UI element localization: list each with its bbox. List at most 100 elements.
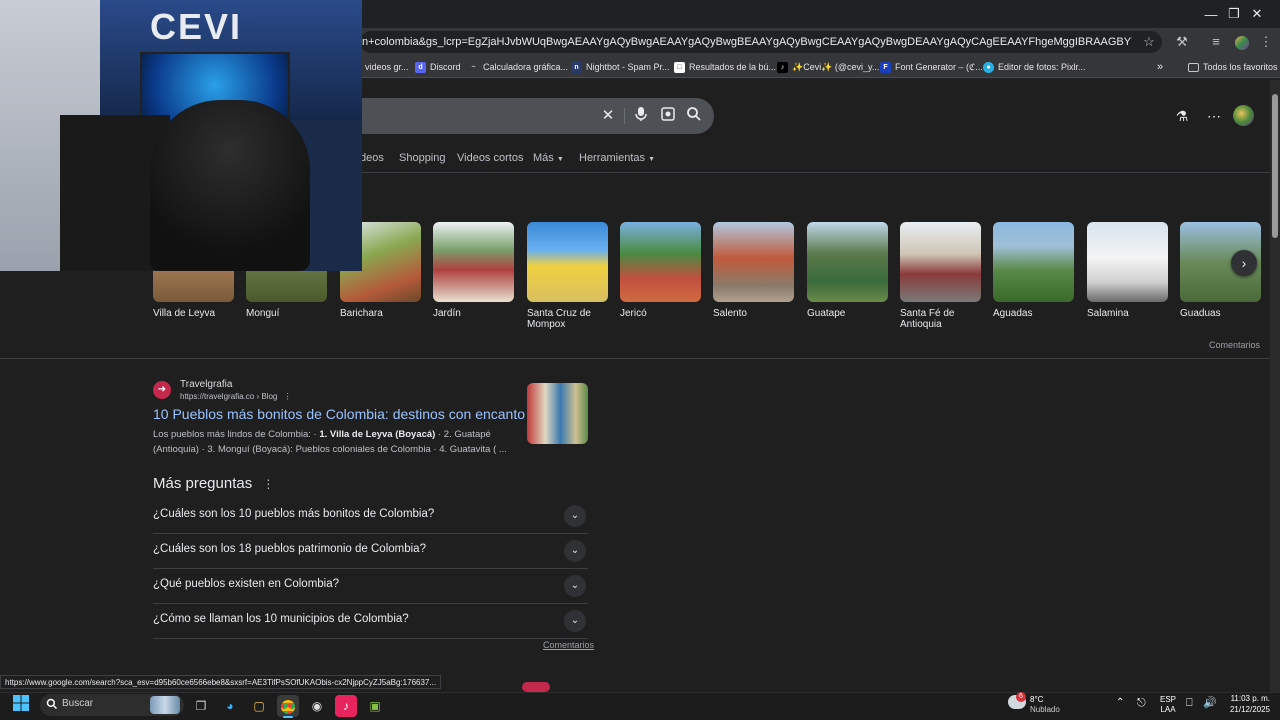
- paa-question-text: ¿Cuáles son los 18 pueblos patrimonio de…: [153, 543, 426, 555]
- bookmark-discord[interactable]: d Discord: [415, 58, 461, 76]
- volume-icon[interactable]: 🔊: [1203, 698, 1217, 709]
- all-bookmarks-folder[interactable]: Todos los favoritos: [1188, 58, 1278, 76]
- chevron-down-icon[interactable]: ⌄: [564, 540, 586, 562]
- place-name: Jericó: [620, 308, 647, 319]
- search-input[interactable]: [300, 98, 714, 134]
- windows-start-icon[interactable]: [10, 695, 32, 717]
- image-search-icon[interactable]: [658, 106, 678, 126]
- active-app-indicator: [283, 716, 293, 718]
- carousel-next-button[interactable]: ›: [1231, 250, 1257, 276]
- tab-tools[interactable]: Herramientas ▼: [579, 150, 655, 168]
- place-card[interactable]: Jardín: [433, 222, 514, 319]
- place-card[interactable]: Santa Fé de Antioquia: [900, 222, 981, 330]
- edge-icon[interactable]: ◕: [219, 695, 241, 717]
- file-explorer-icon[interactable]: ▢: [248, 695, 270, 717]
- paa-question[interactable]: ¿Cuáles son los 10 pueblos más bonitos d…: [153, 499, 588, 534]
- result-site-name[interactable]: Travelgrafia: [180, 379, 232, 390]
- chrome-icon[interactable]: [277, 695, 299, 717]
- chevron-down-icon[interactable]: ⌄: [564, 575, 586, 597]
- network-icon[interactable]: ⎕: [1186, 698, 1193, 709]
- tab-videos[interactable]: deos: [360, 150, 384, 166]
- obs-icon[interactable]: ◉: [306, 695, 328, 717]
- place-name: Santa Cruz de Mompox: [527, 308, 591, 330]
- language-bottom[interactable]: LAA: [1158, 705, 1178, 715]
- next-result-favicon: [522, 682, 550, 692]
- media-control-icon[interactable]: ≡: [1205, 32, 1227, 52]
- place-card[interactable]: Santa Cruz de Mompox: [527, 222, 608, 330]
- folder-icon: [1188, 62, 1199, 72]
- bookmark-font-generator[interactable]: F Font Generator – (ℭ...: [880, 58, 983, 76]
- language-top[interactable]: ESP: [1158, 695, 1178, 705]
- paa-question[interactable]: ¿Cómo se llaman los 10 municipios de Col…: [153, 604, 588, 639]
- profile-avatar[interactable]: [1231, 32, 1253, 52]
- tiktok-live-icon[interactable]: ♪: [335, 695, 357, 717]
- tab-more[interactable]: Más ▼: [533, 150, 564, 168]
- place-card[interactable]: Jericó: [620, 222, 701, 319]
- task-view-icon[interactable]: ❐: [190, 695, 212, 717]
- paa-question-text: ¿Cuáles son los 10 pueblos más bonitos d…: [153, 508, 435, 520]
- close-window-icon[interactable]: ✕: [1234, 0, 1280, 28]
- place-card[interactable]: Salento: [713, 222, 794, 319]
- bookmark-videos[interactable]: videos gr...: [365, 58, 409, 76]
- clock-time[interactable]: 11:03 p. m.: [1224, 694, 1270, 704]
- clock-date[interactable]: 21/12/2025: [1224, 705, 1270, 715]
- search-highlight-image: [150, 696, 180, 714]
- bookmark-pixlr[interactable]: ● Editor de fotos: Pixlr...: [983, 58, 1086, 76]
- nightbot-icon: n: [571, 61, 582, 73]
- place-card[interactable]: Guatape: [807, 222, 888, 319]
- chevron-right-icon[interactable]: »: [1157, 58, 1163, 76]
- browser-menu-icon[interactable]: ⋮: [1255, 32, 1277, 52]
- clear-search-icon[interactable]: ✕: [598, 106, 618, 126]
- place-image: [527, 222, 608, 302]
- voice-search-icon[interactable]: [631, 106, 651, 126]
- pixlr-icon: ●: [983, 61, 994, 73]
- result-breadcrumb[interactable]: https://travelgrafia.co › Blog ⋮: [180, 392, 292, 401]
- feedback-link[interactable]: Comentarios: [1209, 340, 1260, 350]
- scrollbar-thumb[interactable]: [1272, 94, 1278, 238]
- result-thumbnail[interactable]: [527, 383, 588, 444]
- bookmark-calculadora[interactable]: ~ Calculadora gráfica...: [468, 58, 568, 76]
- search-icon[interactable]: [684, 106, 704, 126]
- result-snippet: Los pueblos más lindos de Colombia: · 1.…: [153, 427, 513, 457]
- paa-question[interactable]: ¿Qué pueblos existen en Colombia? ⌄: [153, 569, 588, 604]
- weather-temperature[interactable]: 8°C: [1030, 695, 1043, 705]
- paa-heading-text: Más preguntas: [153, 475, 253, 492]
- place-name: Villa de Leyva: [153, 308, 216, 319]
- place-image: [993, 222, 1074, 302]
- place-name: Salamina: [1087, 308, 1129, 319]
- bookmark-tiktok[interactable]: ♪ ✨Cevi✨ (@cevi_y...: [777, 58, 879, 76]
- place-card[interactable]: Salamina: [1087, 222, 1168, 319]
- address-bar-url[interactable]: n+colombia&gs_lcrp=EgZjaHJvbWUqBwgAEAAYg…: [362, 32, 1132, 52]
- chevron-down-icon[interactable]: ⌄: [564, 505, 586, 527]
- place-card[interactable]: Aguadas: [993, 222, 1074, 319]
- paa-feedback-link[interactable]: Comentarios: [543, 640, 594, 650]
- extensions-icon[interactable]: ⚒: [1171, 32, 1193, 52]
- bookmark-resultados[interactable]: □ Resultados de la bú...: [674, 58, 776, 76]
- result-url: https://travelgrafia.co › Blog: [180, 392, 278, 401]
- paa-question[interactable]: ¿Cuáles son los 18 pueblos patrimonio de…: [153, 534, 588, 569]
- more-options-icon[interactable]: ⋮: [262, 477, 274, 491]
- document-icon: □: [674, 61, 685, 73]
- microphone-icon[interactable]: ⎋: [1137, 698, 1146, 709]
- minecraft-icon[interactable]: ▣: [364, 695, 386, 717]
- place-name: Guatape: [807, 308, 846, 319]
- weather-description[interactable]: Nublado: [1030, 705, 1060, 715]
- tab-short-videos[interactable]: Videos cortos: [457, 150, 523, 166]
- chevron-up-icon[interactable]: ⌃: [1116, 698, 1124, 708]
- bookmark-star-icon[interactable]: ☆: [1138, 32, 1160, 52]
- person: [150, 100, 310, 271]
- apps-grid-icon[interactable]: ⋯: [1205, 107, 1223, 125]
- chevron-down-icon[interactable]: ⌄: [564, 610, 586, 632]
- result-title-link[interactable]: 10 Pueblos más bonitos de Colombia: dest…: [153, 406, 525, 422]
- place-name: Barichara: [340, 308, 383, 319]
- google-account-avatar[interactable]: [1233, 105, 1254, 126]
- labs-flask-icon[interactable]: ⚗: [1173, 107, 1191, 125]
- more-options-icon[interactable]: ⋮: [284, 392, 292, 401]
- paa-heading: Más preguntas ⋮: [153, 475, 274, 492]
- snippet-text: Los pueblos más lindos de Colombia: ·: [153, 429, 320, 440]
- section-divider: [0, 358, 1270, 359]
- tab-more-label: Más: [533, 152, 554, 164]
- bookmark-nightbot[interactable]: n Nightbot - Spam Pr...: [571, 58, 670, 76]
- snippet-highlight: 1. Villa de Leyva (Boyacá): [319, 429, 436, 440]
- tab-shopping[interactable]: Shopping: [399, 150, 446, 166]
